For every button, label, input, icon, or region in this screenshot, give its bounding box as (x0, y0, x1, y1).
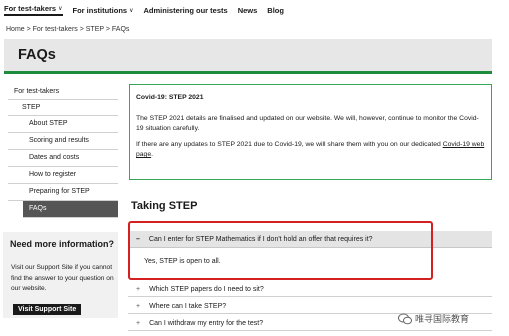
visit-support-site-button[interactable]: Visit Support Site (13, 304, 82, 315)
sidebar-item-step[interactable]: STEP (8, 100, 118, 116)
covid-notice-paragraph: The STEP 2021 details are finalised and … (136, 115, 479, 132)
faq-question[interactable]: + Which STEP papers do I need to sit? (128, 282, 492, 297)
nav-label: For test-takers (4, 4, 57, 13)
sidebar-item-scoring[interactable]: Scoring and results (8, 133, 118, 150)
section-title: Taking STEP (131, 200, 198, 212)
page-title: FAQs (18, 47, 56, 63)
support-info-box: Need more information? Visit our Support… (3, 232, 118, 318)
faq-question-text: Where can I take STEP? (149, 302, 227, 310)
faq-question-text: Can I withdraw my entry for the test? (149, 319, 264, 327)
sidebar-item-faqs[interactable]: FAQs (23, 201, 118, 218)
collapse-icon: – (136, 235, 140, 243)
nav-for-institutions[interactable]: For institutions ∨ (73, 6, 134, 15)
nav-label: For institutions (72, 5, 128, 15)
nav-for-test-takers[interactable]: For test-takers ∨ (4, 4, 63, 16)
covid-notice-paragraph: If there are any updates to STEP 2021 du… (136, 140, 485, 160)
faq-question-text: Can I enter for STEP Mathematics if I do… (148, 235, 373, 243)
faq-answer: Yes, STEP is open to all. (128, 254, 221, 265)
sidebar-item-for-test-takers[interactable]: For test-takers (8, 84, 118, 100)
expand-icon: + (136, 302, 141, 310)
covid-notice-text: If there are any updates to STEP 2021 du… (136, 141, 441, 148)
covid-notice: Covid-19: STEP 2021 The STEP 2021 detail… (129, 84, 492, 180)
expand-icon: + (136, 319, 141, 327)
nav-label: Blog (267, 5, 284, 15)
faq-question-expanded[interactable]: – Can I enter for STEP Mathematics if I … (128, 231, 492, 248)
nav-label: News (237, 5, 258, 15)
sidebar-nav: For test-takers STEP About STEP Scoring … (8, 84, 118, 218)
chevron-down-icon: ∨ (129, 7, 134, 14)
top-navigation: For test-takers ∨ For institutions ∨ Adm… (0, 0, 509, 20)
nav-news[interactable]: News (238, 6, 258, 15)
watermark-text: 唯寻国际教育 (415, 314, 470, 324)
breadcrumb[interactable]: Home > For test-takers > STEP > FAQs (6, 26, 129, 33)
faq-question-text: Which STEP papers do I need to sit? (149, 285, 264, 293)
info-box-text: Visit our Support Site if you cannot fin… (11, 264, 114, 292)
sidebar-sublist: About STEP Scoring and results Dates and… (8, 116, 118, 218)
covid-notice-period: . (151, 151, 154, 158)
sidebar-item-about-step[interactable]: About STEP (8, 116, 118, 133)
watermark: 唯寻国际教育 (398, 312, 469, 325)
faq-answer-text: Yes, STEP is open to all. (144, 258, 221, 265)
covid-notice-title: Covid-19: STEP 2021 (136, 94, 204, 101)
sidebar-item-preparing[interactable]: Preparing for STEP (8, 184, 118, 201)
highlight-annotation (128, 221, 433, 280)
info-box-title: Need more information? (10, 239, 115, 249)
sidebar-item-dates[interactable]: Dates and costs (8, 150, 118, 167)
page-banner: FAQs (4, 39, 492, 74)
nav-administering[interactable]: Administering our tests (144, 6, 228, 15)
chat-bubbles-icon (398, 313, 412, 324)
chevron-down-icon: ∨ (58, 6, 63, 12)
sidebar-item-register[interactable]: How to register (8, 167, 118, 184)
nav-label: Administering our tests (143, 5, 228, 15)
expand-icon: + (136, 285, 141, 293)
nav-blog[interactable]: Blog (267, 6, 284, 15)
